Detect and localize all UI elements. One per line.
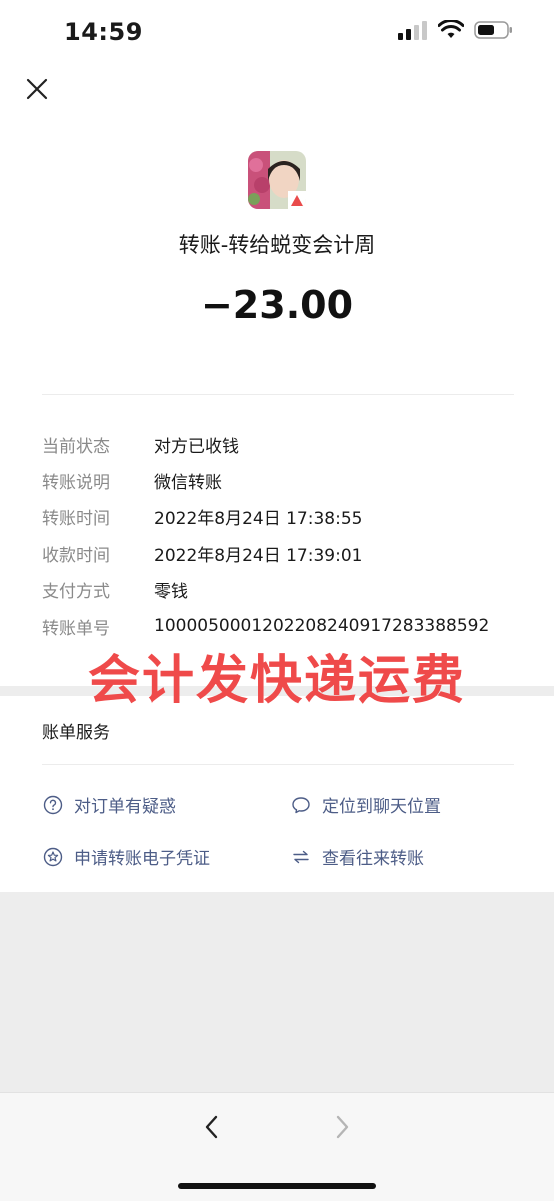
detail-value: 1000050001202208240917283388592 <box>154 616 490 637</box>
detail-row-receive-time: 收款时间 2022年8月24日 17:39:01 <box>42 535 522 571</box>
exchange-arrows-icon <box>290 846 312 868</box>
view-transfers-label: 查看往来转账 <box>322 849 424 869</box>
detail-row-transfer-time: 转账时间 2022年8月24日 17:38:55 <box>42 499 522 535</box>
watermark-text: 会计发快递运费 <box>87 651 466 711</box>
close-button[interactable] <box>22 74 52 104</box>
status-icons <box>398 20 514 40</box>
wifi-icon <box>438 20 464 38</box>
detail-label: 支付方式 <box>42 582 110 603</box>
divider <box>42 394 514 395</box>
apply-voucher-label: 申请转账电子凭证 <box>74 849 210 869</box>
services-title: 账单服务 <box>42 723 110 743</box>
detail-label: 收款时间 <box>42 545 110 566</box>
detail-label: 当前状态 <box>42 436 110 457</box>
battery-icon <box>474 21 512 39</box>
signal-icon <box>398 21 427 40</box>
back-button[interactable] <box>200 1113 224 1141</box>
detail-value: 2022年8月24日 17:38:55 <box>154 509 363 530</box>
detail-value: 2022年8月24日 17:39:01 <box>154 545 363 566</box>
transfer-amount: −23.00 <box>200 283 354 327</box>
order-question-link[interactable]: 对订单有疑惑 <box>42 792 176 817</box>
divider <box>42 764 514 765</box>
detail-value: 对方已收钱 <box>154 436 239 457</box>
chevron-right-icon <box>336 1115 349 1139</box>
empty-area <box>0 892 554 1092</box>
order-question-label: 对订单有疑惑 <box>74 797 176 817</box>
detail-value: 微信转账 <box>154 473 222 494</box>
chat-bubble-icon <box>290 794 312 816</box>
close-icon <box>26 78 48 100</box>
detail-row-payment-method: 支付方式 零钱 <box>42 572 522 608</box>
transfer-details: 当前状态 对方已收钱 转账说明 微信转账 转账时间 2022年8月24日 17:… <box>42 426 522 644</box>
detail-value: 零钱 <box>154 582 188 603</box>
detail-label: 转账时间 <box>42 509 110 530</box>
locate-chat-label: 定位到聊天位置 <box>322 797 441 817</box>
detail-row-note: 转账说明 微信转账 <box>42 462 522 498</box>
status-bar: 14:59 <box>0 0 554 66</box>
detail-label: 转账单号 <box>42 618 110 639</box>
star-circle-icon <box>42 846 64 868</box>
status-time: 14:59 <box>64 18 143 46</box>
home-indicator <box>178 1183 376 1189</box>
apply-voucher-link[interactable]: 申请转账电子凭证 <box>42 844 210 869</box>
detail-label: 转账说明 <box>42 473 110 494</box>
forward-button[interactable] <box>330 1113 354 1141</box>
chevron-left-icon <box>205 1115 218 1139</box>
bill-services: 账单服务 对订单有疑惑 定位到聊天位置 申请转账电子凭证 查看往来转账 <box>0 696 554 892</box>
locate-chat-link[interactable]: 定位到聊天位置 <box>290 792 441 817</box>
avatar[interactable] <box>248 151 306 209</box>
view-transfers-link[interactable]: 查看往来转账 <box>290 844 424 869</box>
bottom-nav-bar <box>0 1092 554 1201</box>
detail-row-status: 当前状态 对方已收钱 <box>42 426 522 462</box>
question-circle-icon <box>42 794 64 816</box>
transfer-title: 转账-转给蜕变会计周 <box>178 233 376 257</box>
avatar-photo <box>248 151 306 209</box>
